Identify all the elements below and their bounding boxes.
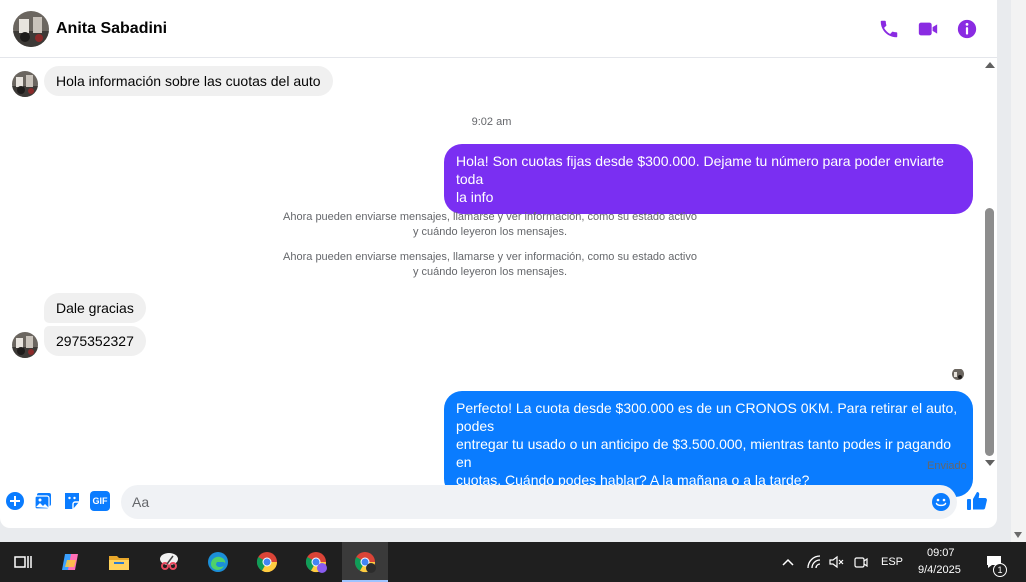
plus-icon[interactable]: [5, 491, 25, 511]
chat-header: Anita Sabadini: [0, 0, 997, 58]
composer: GIF Aa: [0, 478, 997, 528]
chrome-profile-active-button[interactable]: [342, 542, 388, 582]
chrome-profile-icon: [305, 552, 327, 573]
chrome-button[interactable]: [244, 542, 290, 582]
message-incoming[interactable]: Dale gracias: [44, 293, 146, 323]
contact-avatar-small: [12, 71, 38, 97]
page-scrollbar[interactable]: [1011, 0, 1026, 542]
volume-muted-icon[interactable]: [828, 554, 844, 570]
page-scroll-down-arrow[interactable]: [1014, 532, 1022, 538]
system-notice: Ahora pueden enviarse mensajes, llamarse…: [283, 251, 697, 278]
message-incoming[interactable]: 2975352327: [44, 326, 146, 356]
snipping-tool-icon: [160, 553, 178, 570]
file-explorer-button[interactable]: [96, 542, 142, 582]
scroll-up-arrow[interactable]: [985, 62, 995, 68]
copilot-button[interactable]: [47, 542, 93, 582]
file-explorer-icon: [109, 556, 129, 570]
message-list[interactable]: Hola información sobre las cuotas del au…: [0, 58, 983, 497]
sent-status: Enviado: [927, 460, 967, 472]
clock-time[interactable]: 09:07: [927, 547, 955, 559]
meet-now-icon[interactable]: [853, 554, 869, 570]
like-icon[interactable]: [966, 490, 988, 512]
scroll-down-arrow[interactable]: [985, 460, 995, 466]
info-icon[interactable]: [956, 18, 978, 40]
task-view-button[interactable]: [0, 542, 46, 582]
copilot-icon: [62, 554, 78, 570]
contact-name[interactable]: Anita Sabadini: [56, 20, 167, 38]
message-incoming[interactable]: Hola información sobre las cuotas del au…: [44, 66, 333, 96]
sticker-icon[interactable]: [62, 491, 82, 511]
gallery-icon[interactable]: [33, 491, 53, 511]
message-input[interactable]: Aa: [121, 485, 957, 519]
seen-avatar: [952, 368, 964, 380]
messages-scrollbar[interactable]: [983, 58, 997, 478]
chrome-icon: [256, 552, 278, 573]
contact-avatar[interactable]: [13, 11, 49, 47]
chevron-up-icon[interactable]: [780, 554, 796, 570]
timestamp: 9:02 am: [471, 116, 512, 128]
gif-icon[interactable]: GIF: [90, 491, 110, 511]
video-call-icon[interactable]: [917, 18, 939, 40]
phone-icon[interactable]: [878, 18, 900, 40]
task-view-icon: [14, 556, 32, 568]
message-outgoing[interactable]: Hola! Son cuotas fijas desde $300.000. D…: [444, 144, 973, 214]
chrome-profile-button[interactable]: [293, 542, 339, 582]
snipping-tool-button[interactable]: [146, 542, 192, 582]
edge-button[interactable]: [195, 542, 241, 582]
system-notice: Ahora pueden enviarse mensajes, llamarse…: [283, 211, 697, 238]
taskbar: ESP 09:07 9/4/2025 1: [0, 542, 1026, 582]
scroll-thumb[interactable]: [985, 208, 994, 456]
chrome-profile-active-icon: [354, 552, 376, 573]
clock-date[interactable]: 9/4/2025: [918, 564, 961, 576]
language-indicator[interactable]: ESP: [881, 556, 903, 568]
contact-avatar-small: [12, 332, 38, 358]
wifi-icon[interactable]: [806, 554, 822, 570]
message-input-placeholder: Aa: [132, 494, 150, 510]
notification-count: 1: [993, 563, 1007, 577]
edge-icon: [208, 552, 228, 572]
emoji-icon[interactable]: [931, 492, 951, 512]
messenger-window: Anita Sabadini Hola información sobre la…: [0, 0, 997, 528]
